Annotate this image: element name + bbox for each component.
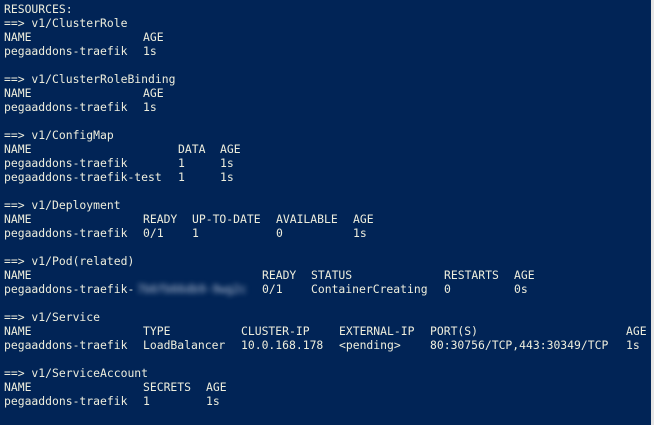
serviceaccount-secrets: 1 [143, 394, 150, 408]
pod-age: 0s [514, 282, 528, 296]
section-header-clusterrole: ==> v1/ClusterRole [4, 16, 128, 30]
column-header-data: DATA [178, 142, 206, 156]
configmap-data: 1 [178, 170, 185, 184]
deployment-ready: 0/1 [143, 226, 164, 240]
column-header-name: NAME [4, 324, 32, 338]
column-header-status: STATUS [311, 268, 353, 282]
column-header-type: TYPE [143, 324, 171, 338]
serviceaccount-name: pegaaddons-traefik [4, 394, 128, 408]
serviceaccount-age: 1s [206, 394, 220, 408]
clusterrole-name: pegaaddons-traefik [4, 44, 128, 58]
service-name: pegaaddons-traefik [4, 338, 128, 352]
column-header-secrets: SECRETS [143, 380, 192, 394]
deployment-up-to-date: 1 [192, 226, 199, 240]
column-header-name: NAME [4, 86, 32, 100]
section-header-clusterrolebinding: ==> v1/ClusterRoleBinding [4, 72, 176, 86]
pod-restarts: 0 [444, 282, 451, 296]
deployment-name: pegaaddons-traefik [4, 226, 128, 240]
section-header-deployment: ==> v1/Deployment [4, 198, 121, 212]
pod-name-suffix-redacted: 7b6fb66db9-9wg2c [137, 282, 247, 296]
column-header-external-ip: EXTERNAL-IP [339, 324, 415, 338]
column-header-name: NAME [4, 142, 32, 156]
configmap-age: 1s [220, 156, 234, 170]
column-header-restarts: RESTARTS [444, 268, 499, 282]
deployment-available: 0 [276, 226, 283, 240]
pod-ready: 0/1 [262, 282, 283, 296]
clusterrolebinding-name: pegaaddons-traefik [4, 100, 128, 114]
service-external-ip: <pending> [339, 338, 401, 352]
column-header-name: NAME [4, 30, 32, 44]
clusterrole-age: 1s [143, 44, 157, 58]
column-header-ports: PORT(S) [430, 324, 479, 338]
column-header-age: AGE [626, 324, 647, 338]
pod-status: ContainerCreating [311, 282, 428, 296]
column-header-name: NAME [4, 380, 32, 394]
configmap-age: 1s [220, 170, 234, 184]
column-header-available: AVAILABLE [276, 212, 338, 226]
deployment-age: 1s [353, 226, 367, 240]
section-header-service: ==> v1/Service [4, 310, 101, 324]
pod-name-prefix: pegaaddons-traefik- [4, 282, 135, 296]
powershell-console[interactable]: - RESOURCES: ==> v1/ClusterRole NAME AGE… [0, 0, 654, 425]
configmap-data: 1 [178, 156, 185, 170]
column-header-age: AGE [206, 380, 227, 394]
column-header-up-to-date: UP-TO-DATE [192, 212, 261, 226]
truncated-output-fragment: - [200, 0, 207, 4]
column-header-age: AGE [514, 268, 535, 282]
section-header-pod: ==> v1/Pod(related) [4, 254, 135, 268]
service-age: 1s [626, 338, 640, 352]
service-type: LoadBalancer [143, 338, 226, 352]
column-header-ready: READY [262, 268, 297, 282]
column-header-name: NAME [4, 212, 32, 226]
section-header-serviceaccount: ==> v1/ServiceAccount [4, 366, 149, 380]
configmap-name: pegaaddons-traefik-test [4, 170, 162, 184]
service-cluster-ip: 10.0.168.178 [241, 338, 324, 352]
column-header-age: AGE [220, 142, 241, 156]
column-header-name: NAME [4, 268, 32, 282]
column-header-ready: READY [143, 212, 178, 226]
clusterrolebinding-age: 1s [143, 100, 157, 114]
column-header-age: AGE [353, 212, 374, 226]
column-header-cluster-ip: CLUSTER-IP [241, 324, 310, 338]
column-header-age: AGE [143, 86, 164, 100]
service-ports: 80:30756/TCP,443:30349/TCP [430, 338, 609, 352]
resources-header: RESOURCES: [4, 2, 73, 16]
column-header-age: AGE [143, 30, 164, 44]
configmap-name: pegaaddons-traefik [4, 156, 128, 170]
section-header-configmap: ==> v1/ConfigMap [4, 128, 114, 142]
